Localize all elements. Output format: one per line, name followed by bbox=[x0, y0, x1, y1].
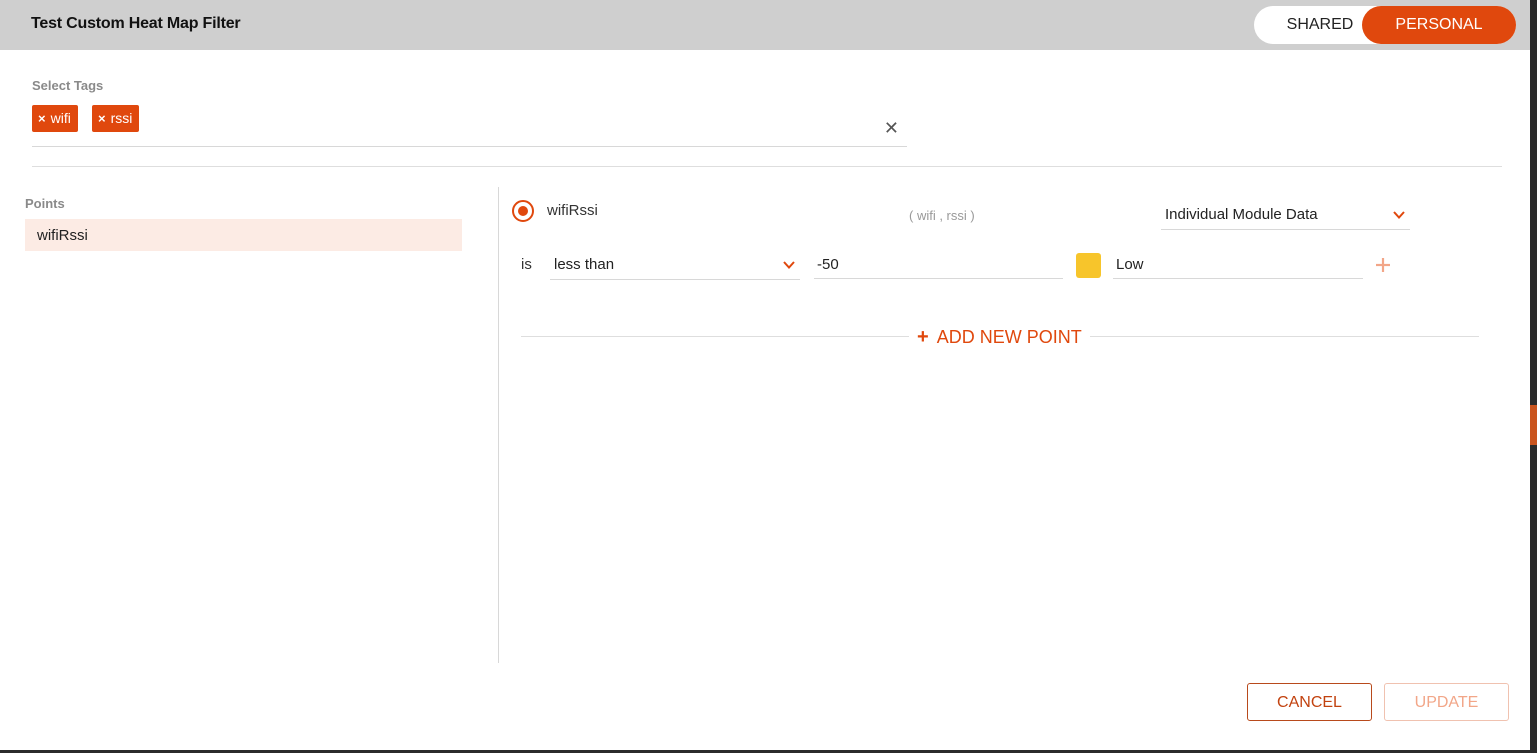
chevron-down-icon bbox=[783, 261, 795, 269]
clear-tags-icon[interactable]: ✕ bbox=[884, 119, 899, 137]
remove-tag-icon[interactable]: × bbox=[38, 111, 46, 126]
operator-select[interactable]: less than bbox=[550, 251, 800, 280]
panel-divider bbox=[498, 187, 499, 663]
tag-chip-wifi: × wifi bbox=[32, 105, 78, 132]
level-input-wrapper bbox=[1113, 250, 1363, 279]
condition-is-label: is bbox=[521, 256, 532, 273]
visibility-toggle[interactable]: SHARED PERSONAL bbox=[1254, 6, 1516, 44]
cancel-button[interactable]: CANCEL bbox=[1247, 683, 1372, 721]
threshold-input-wrapper bbox=[814, 250, 1063, 279]
update-button[interactable]: UPDATE bbox=[1384, 683, 1509, 721]
chevron-down-icon bbox=[1393, 211, 1405, 219]
tags-input[interactable]: × wifi × rssi ✕ bbox=[32, 101, 907, 147]
add-new-point-button[interactable]: + ADD NEW POINT bbox=[909, 325, 1090, 349]
dialog-header: Test Custom Heat Map Filter SHARED PERSO… bbox=[0, 0, 1530, 50]
tag-label: wifi bbox=[50, 110, 71, 126]
operator-value: less than bbox=[554, 256, 615, 273]
plus-icon: + bbox=[917, 326, 929, 348]
add-condition-icon[interactable] bbox=[1374, 256, 1392, 274]
select-tags-label: Select Tags bbox=[32, 78, 104, 93]
level-input[interactable] bbox=[1113, 250, 1363, 278]
threshold-input[interactable] bbox=[814, 250, 1063, 278]
tag-chip-rssi: × rssi bbox=[92, 105, 140, 132]
color-swatch[interactable] bbox=[1076, 253, 1101, 278]
toggle-personal[interactable]: PERSONAL bbox=[1362, 6, 1516, 44]
radio-dot bbox=[518, 206, 528, 216]
point-tags-text: ( wifi , rssi ) bbox=[909, 208, 975, 223]
heat-map-filter-dialog: Test Custom Heat Map Filter SHARED PERSO… bbox=[0, 0, 1530, 750]
dialog-title: Test Custom Heat Map Filter bbox=[31, 15, 241, 32]
tag-label: rssi bbox=[110, 110, 133, 126]
divider bbox=[32, 166, 1502, 167]
background-accent bbox=[1530, 405, 1537, 445]
background-edge bbox=[1530, 0, 1537, 753]
add-new-point-label: ADD NEW POINT bbox=[936, 327, 1082, 347]
remove-tag-icon[interactable]: × bbox=[98, 111, 106, 126]
points-list-item-label: wifiRssi bbox=[37, 227, 88, 244]
point-radio-selected[interactable] bbox=[512, 200, 534, 222]
data-source-select[interactable]: Individual Module Data bbox=[1161, 201, 1410, 230]
points-label: Points bbox=[25, 196, 65, 211]
data-source-value: Individual Module Data bbox=[1165, 206, 1318, 223]
points-list-item-wifirssi[interactable]: wifiRssi bbox=[25, 219, 462, 251]
point-name: wifiRssi bbox=[547, 202, 598, 219]
